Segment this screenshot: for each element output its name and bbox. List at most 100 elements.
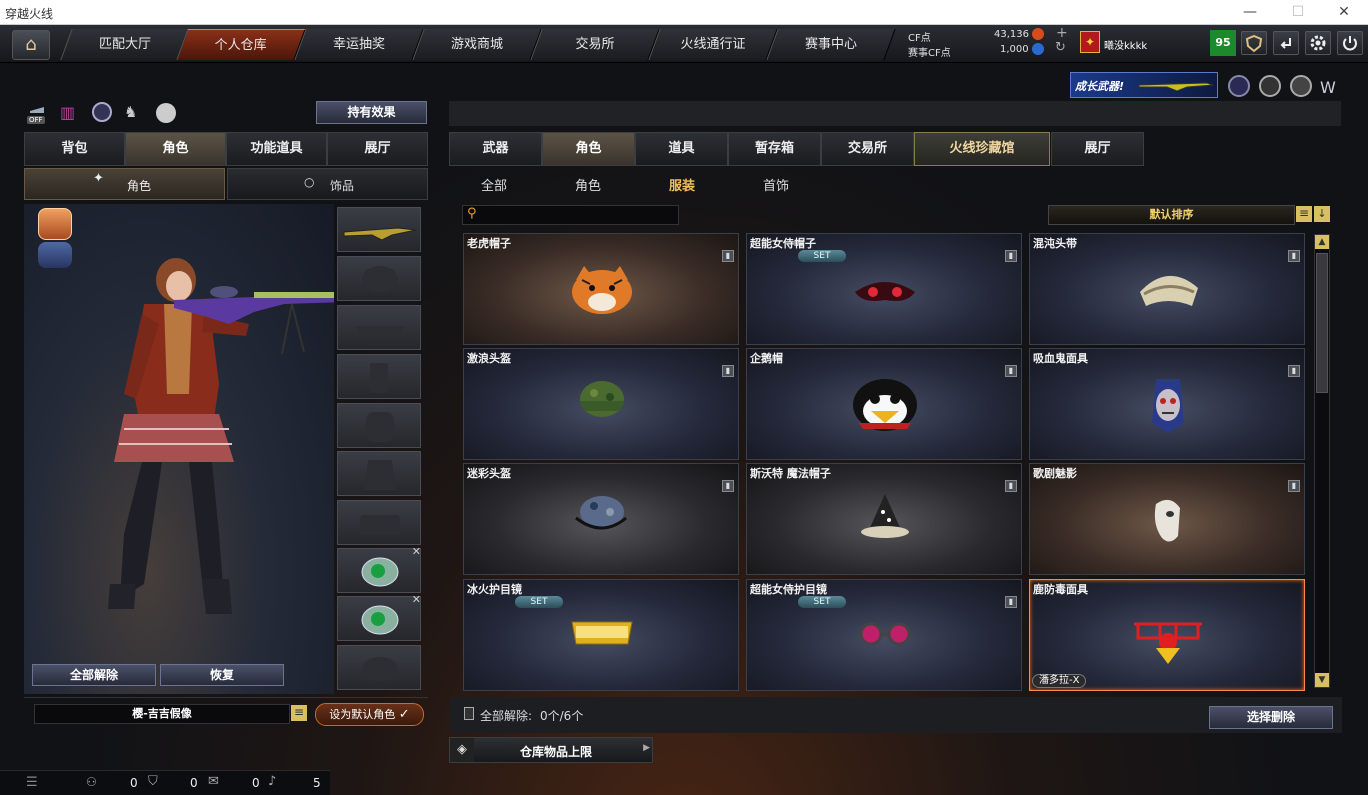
radio-slot[interactable] xyxy=(337,354,421,399)
sort-dropdown[interactable]: 默认排序 xyxy=(1048,205,1295,225)
record-icon[interactable] xyxy=(92,102,112,122)
nav-tab-6[interactable]: 赛事中心 xyxy=(766,29,896,60)
select-delete-button[interactable]: 选择删除 xyxy=(1209,706,1333,729)
nav-tab-1[interactable]: 个人仓库 xyxy=(176,29,306,60)
scroll-down-icon[interactable]: ▼ xyxy=(1315,673,1329,687)
friends-icon[interactable]: ⚇ xyxy=(86,775,97,789)
weapon-slot[interactable] xyxy=(337,207,421,252)
trash-icon[interactable]: ▮ xyxy=(1288,250,1300,262)
sort-list-icon[interactable]: ≡ xyxy=(1296,206,1312,222)
home-button[interactable]: ⌂ xyxy=(12,30,50,60)
nav-tab-3[interactable]: 游戏商城 xyxy=(412,29,542,60)
list-icon[interactable]: ≡ xyxy=(291,705,307,721)
right-tab-0[interactable]: 武器 xyxy=(449,132,542,166)
trash-icon[interactable]: ▮ xyxy=(722,365,734,377)
left-tab-3[interactable]: 展厅 xyxy=(327,132,428,166)
trash-icon[interactable]: ▮ xyxy=(1005,596,1017,608)
trash-icon[interactable]: ▮ xyxy=(722,480,734,492)
remove-icon[interactable]: ✕ xyxy=(412,545,421,558)
left-tab-0[interactable]: 背包 xyxy=(24,132,125,166)
backpack-slot[interactable] xyxy=(337,403,421,448)
restore-button[interactable]: 恢复 xyxy=(160,664,284,686)
trash-icon[interactable]: ▮ xyxy=(1288,480,1300,492)
left-tab-1[interactable]: 角色 xyxy=(125,132,226,166)
refresh-icon[interactable]: ↻ xyxy=(1055,40,1066,55)
item-card[interactable]: 激浪头盔 ▮ xyxy=(463,348,739,460)
trash-icon[interactable]: ▮ xyxy=(1005,365,1017,377)
ring-slot-2[interactable]: ✕ xyxy=(337,593,421,641)
weapon-view-icon[interactable] xyxy=(38,242,72,268)
event-icon-2[interactable] xyxy=(1259,75,1281,97)
glove-slot[interactable] xyxy=(337,645,421,690)
item-card[interactable]: 歌剧魅影 ▮ xyxy=(1029,463,1305,575)
trash-icon[interactable]: ▮ xyxy=(1288,365,1300,377)
growth-weapon-banner[interactable]: 成长武器! xyxy=(1070,72,1218,98)
helmet-slot[interactable] xyxy=(337,256,421,301)
item-card[interactable]: 超能女侍帽子 SET ▮ xyxy=(746,233,1022,345)
shield-icon[interactable] xyxy=(1241,31,1267,55)
nav-tab-0[interactable]: 匹配大厅 xyxy=(60,29,190,60)
right-subtab-1[interactable]: 角色 xyxy=(553,175,623,194)
item-card[interactable]: 企鹅帽 ▮ xyxy=(746,348,1022,460)
right-subtab-0[interactable]: 全部 xyxy=(459,175,529,194)
unequip-all-button[interactable]: 全部解除 xyxy=(32,664,156,686)
subtab-character[interactable]: ✦ 角色 xyxy=(24,168,225,200)
goggles-slot[interactable] xyxy=(337,305,421,350)
item-card[interactable]: 吸血鬼面具 ▮ xyxy=(1029,348,1305,460)
maximize-button[interactable]: ☐ xyxy=(1278,2,1318,22)
item-card[interactable]: 超能女侍护目镜 SET ▮ xyxy=(746,579,1022,691)
remove-icon[interactable]: ✕ xyxy=(412,593,421,606)
character-name-field[interactable]: 樱-吉吉假像 xyxy=(34,704,290,724)
power-icon[interactable] xyxy=(1337,31,1363,55)
item-card[interactable]: 混沌头带 ▮ xyxy=(1029,233,1305,345)
bag-icon[interactable] xyxy=(156,103,176,123)
belt-slot[interactable] xyxy=(337,500,421,545)
gear-icon[interactable] xyxy=(1305,31,1331,55)
event-icon-1[interactable] xyxy=(1228,75,1250,97)
right-tab-4[interactable]: 交易所 xyxy=(821,132,914,166)
return-icon[interactable] xyxy=(1273,31,1299,55)
right-subtab-2[interactable]: 服装 xyxy=(647,175,717,194)
minimize-button[interactable]: — xyxy=(1230,2,1270,22)
character-view-icon[interactable] xyxy=(38,208,72,240)
scroll-up-icon[interactable]: ▲ xyxy=(1315,235,1329,249)
search-input[interactable] xyxy=(485,207,675,223)
sort-order-icon[interactable]: ↓ xyxy=(1314,206,1330,222)
held-effects-button[interactable]: 持有效果 xyxy=(316,101,427,124)
close-button[interactable]: ✕ xyxy=(1324,2,1364,22)
volume-icon[interactable]: ♪ xyxy=(268,774,276,789)
clan-shield-icon[interactable]: ⛉ xyxy=(148,774,158,789)
character-preview[interactable] xyxy=(24,204,346,694)
event-icon-3[interactable] xyxy=(1290,75,1312,97)
right-tab-1[interactable]: 角色 xyxy=(542,132,635,166)
gift-icon[interactable]: ▥ xyxy=(60,103,82,123)
user-name[interactable]: 曦没kkkk xyxy=(1104,37,1147,52)
character-pose-icon[interactable]: ♞ xyxy=(124,103,144,123)
item-card[interactable]: 迷彩头盔 ▮ xyxy=(463,463,739,575)
scroll-thumb[interactable] xyxy=(1316,253,1328,393)
right-tab-6[interactable]: 展厅 xyxy=(1051,132,1144,166)
subtab-accessory[interactable]: ○ 饰品 xyxy=(227,168,428,200)
right-tab-2[interactable]: 道具 xyxy=(635,132,728,166)
ring-slot-1[interactable]: ✕ xyxy=(337,545,421,593)
event-icon-4[interactable]: W xyxy=(1320,78,1336,97)
right-tab-5[interactable]: 火线珍藏馆 xyxy=(914,132,1050,166)
item-card[interactable]: 老虎帽子 ▮ xyxy=(463,233,739,345)
item-card[interactable]: 斯沃特 魔法帽子 ▮ xyxy=(746,463,1022,575)
set-default-character-button[interactable]: 设为默认角色 ✓ xyxy=(315,703,424,726)
add-cf-icon[interactable]: + xyxy=(1056,25,1068,41)
nav-tab-5[interactable]: 火线通行证 xyxy=(648,29,778,60)
search-box[interactable]: ⚲ xyxy=(462,205,679,225)
nav-tab-2[interactable]: 幸运抽奖 xyxy=(294,29,424,60)
item-card[interactable]: 冰火护目镜 SET xyxy=(463,579,739,691)
right-tab-3[interactable]: 暂存箱 xyxy=(728,132,821,166)
item-scrollbar[interactable]: ▲ ▼ xyxy=(1314,234,1330,688)
storage-limit-button[interactable]: ◈ 仓库物品上限 ▶ xyxy=(449,737,653,763)
chat-icon[interactable]: ✉ xyxy=(208,774,219,789)
trash-icon[interactable]: ▮ xyxy=(1005,250,1017,262)
menu-list-icon[interactable]: ☰ xyxy=(26,775,38,790)
nav-tab-4[interactable]: 交易所 xyxy=(530,29,660,60)
left-tab-2[interactable]: 功能道具 xyxy=(226,132,327,166)
toggle-off-button[interactable]: OFF xyxy=(26,103,50,125)
right-subtab-3[interactable]: 首饰 xyxy=(741,175,811,194)
